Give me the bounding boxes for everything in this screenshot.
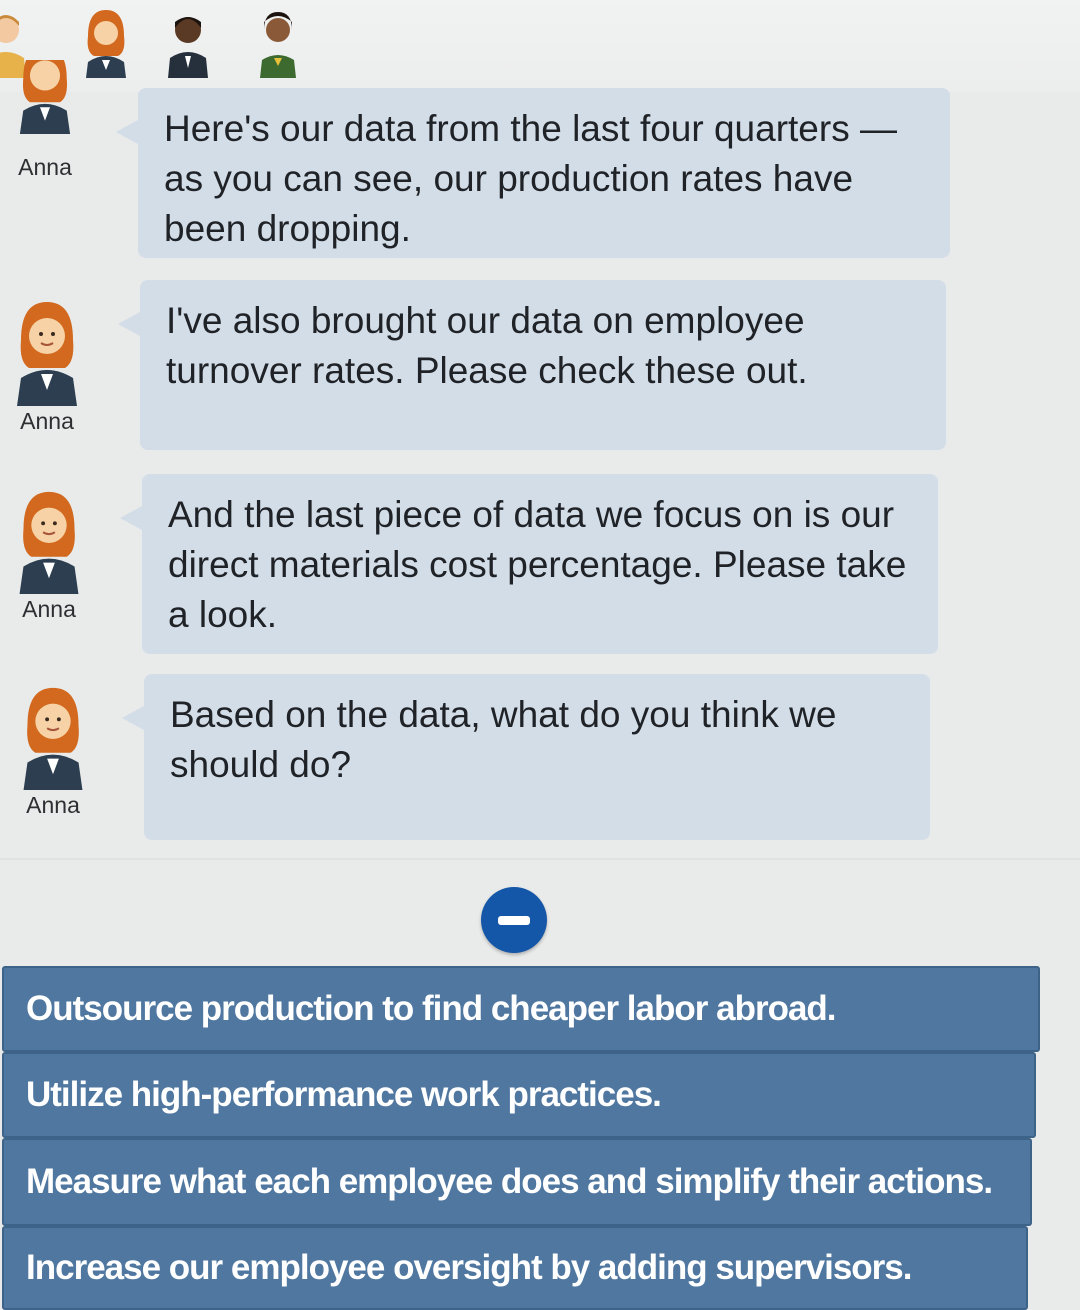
choice-high-performance-button[interactable]: Utilize high-performance work practices. (2, 1052, 1036, 1138)
speaker-anna: Anna (0, 60, 90, 181)
message-text: And the last piece of data we focus on i… (168, 494, 907, 635)
speaker-anna: Anna (2, 296, 92, 435)
speaker-name: Anna (26, 792, 80, 818)
person-avatar-icon (250, 6, 306, 78)
choice-label: Utilize high-performance work practices. (26, 1075, 662, 1114)
choice-oversight-button[interactable]: Increase our employee oversight by addin… (2, 1226, 1028, 1310)
anna-avatar-icon (5, 60, 85, 152)
choice-label: Outsource production to find cheaper lab… (26, 989, 837, 1028)
participants-bar (0, 0, 1080, 92)
choice-measure-button[interactable]: Measure what each employee does and simp… (2, 1138, 1032, 1226)
message-text: Based on the data, what do you think we … (170, 694, 837, 785)
message-text: Here's our data from the last four quart… (164, 108, 897, 249)
speaker-name: Anna (18, 154, 72, 180)
speaker-anna: Anna (4, 486, 94, 623)
anna-avatar-icon (7, 296, 87, 406)
message-bubble: Here's our data from the last four quart… (116, 88, 950, 258)
divider (0, 858, 1080, 860)
speaker-name: Anna (22, 596, 76, 622)
message-bubble: I've also brought our data on employee t… (118, 280, 946, 450)
speaker-name: Anna (20, 408, 74, 434)
anna-avatar-icon (13, 682, 93, 790)
message-bubble: Based on the data, what do you think we … (122, 674, 930, 840)
choice-label: Measure what each employee does and simp… (26, 1162, 993, 1201)
choice-outsource-button[interactable]: Outsource production to find cheaper lab… (2, 966, 1040, 1052)
message-bubble: And the last piece of data we focus on i… (120, 474, 938, 654)
minus-circle-icon[interactable] (481, 887, 547, 953)
anna-avatar-icon (9, 486, 89, 594)
choice-label: Increase our employee oversight by addin… (26, 1248, 912, 1287)
message-text: I've also brought our data on employee t… (166, 300, 808, 391)
person-avatar-icon (160, 6, 216, 78)
speaker-anna: Anna (8, 682, 98, 819)
